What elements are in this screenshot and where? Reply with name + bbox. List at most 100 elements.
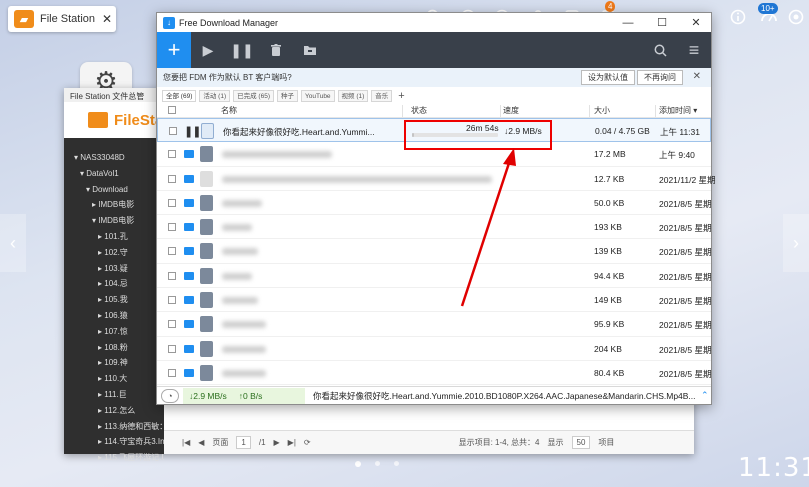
- download-row[interactable]: 95.9 KB 2021/8/5 星期: [157, 312, 711, 337]
- close-icon[interactable]: ✕: [102, 12, 112, 26]
- file-station-taskbar-tab[interactable]: ▰ File Station ... ✕: [8, 6, 116, 32]
- folder-tree-item[interactable]: ▾ IMDB电影: [64, 213, 164, 229]
- next-page-chevron-icon[interactable]: ›: [783, 214, 809, 272]
- page-dot[interactable]: [375, 461, 380, 466]
- apps-icon[interactable]: [785, 6, 807, 28]
- open-folder-icon[interactable]: [184, 344, 194, 353]
- delete-button[interactable]: [259, 32, 293, 68]
- download-row[interactable]: 204 KB 2021/8/5 星期: [157, 337, 711, 361]
- pause-button[interactable]: ❚❚: [225, 32, 259, 68]
- open-folder-icon[interactable]: [184, 271, 194, 280]
- search-button[interactable]: [643, 32, 677, 68]
- prev-page-button[interactable]: ◀: [198, 438, 204, 447]
- row-checkbox[interactable]: [168, 320, 176, 329]
- folder-tree-item[interactable]: ▸ 114.守宝奇兵3.Indian: [64, 434, 164, 450]
- row-checkbox[interactable]: [168, 296, 176, 305]
- folder-tree-item[interactable]: ▸ 107.惊: [64, 324, 164, 340]
- page-input[interactable]: 1: [236, 436, 251, 449]
- folder-tree-item[interactable]: ▾ Download: [64, 182, 164, 198]
- close-button[interactable]: ✕: [681, 16, 711, 29]
- speed-mode-icon[interactable]: ◔: [161, 388, 179, 403]
- row-checkbox[interactable]: [168, 223, 176, 232]
- folder-tree-item[interactable]: ▸ 105.我: [64, 292, 164, 308]
- menu-button[interactable]: ≡: [677, 32, 711, 68]
- folder-tree-item[interactable]: ▸ 109.神: [64, 355, 164, 371]
- open-folder-icon[interactable]: [184, 223, 194, 232]
- folder-tree-item[interactable]: ▸ 108.粉: [64, 340, 164, 356]
- column-added[interactable]: 添加时间 ▾: [659, 105, 697, 116]
- row-checkbox[interactable]: [168, 368, 176, 377]
- filter-tab[interactable]: 已完成 (65): [233, 89, 274, 102]
- download-row[interactable]: 139 KB 2021/8/5 星期: [157, 239, 711, 264]
- open-folder-icon[interactable]: [184, 296, 194, 305]
- select-all-checkbox[interactable]: [168, 106, 176, 114]
- folder-tree-item[interactable]: ▸ 106.猿: [64, 308, 164, 324]
- page-dot[interactable]: [394, 461, 399, 466]
- download-row[interactable]: 94.4 KB 2021/8/5 星期: [157, 264, 711, 289]
- next-page-button[interactable]: ▶: [274, 438, 280, 447]
- window-title: Free Download Manager: [179, 17, 279, 28]
- folder-tree-item[interactable]: ▸ 113.纳德和西敏：一: [64, 419, 164, 435]
- open-folder-icon[interactable]: [184, 198, 194, 207]
- maximize-button[interactable]: ☐: [647, 16, 677, 29]
- row-checkbox[interactable]: [168, 344, 176, 353]
- folder-tree-item[interactable]: ▸ 104.忌: [64, 276, 164, 292]
- folder-tree-item[interactable]: ▸ 111.巨: [64, 387, 164, 403]
- open-folder-icon[interactable]: [184, 150, 194, 159]
- row-checkbox[interactable]: [168, 247, 176, 256]
- folder-tree-item[interactable]: ▾ NAS33048D: [64, 150, 164, 166]
- download-row[interactable]: 50.0 KB 2021/8/5 星期: [157, 191, 711, 216]
- first-page-button[interactable]: |◀: [182, 438, 190, 447]
- last-page-button[interactable]: ▶|: [288, 438, 296, 447]
- filter-tab[interactable]: 视频 (1): [337, 89, 369, 102]
- folder-tree-item[interactable]: ▾ DataVol1: [64, 166, 164, 182]
- per-page-select[interactable]: 50: [571, 436, 591, 449]
- pause-icon[interactable]: ❚❚: [184, 125, 201, 138]
- open-folder-icon[interactable]: [184, 320, 194, 329]
- column-status[interactable]: 状态: [411, 105, 427, 116]
- row-checkbox[interactable]: [168, 150, 176, 159]
- refresh-icon[interactable]: ⟳: [304, 438, 311, 447]
- open-folder-icon[interactable]: [184, 247, 194, 256]
- dont-ask-button[interactable]: 不再询问: [637, 70, 683, 85]
- folder-tree-item[interactable]: ▸ 115.飞屋环游记.Up.20: [64, 450, 164, 466]
- row-checkbox[interactable]: [168, 174, 176, 183]
- folder-tree-item[interactable]: ▸ IMDB电影: [64, 197, 164, 213]
- folder-tree-item[interactable]: ▸ 103.疑: [64, 261, 164, 277]
- folder-tree-item[interactable]: ▸ 102.守: [64, 245, 164, 261]
- move-button[interactable]: [293, 32, 327, 68]
- column-speed[interactable]: 速度: [503, 105, 519, 116]
- download-row[interactable]: 12.7 KB 2021/11/2 星期: [157, 167, 716, 191]
- download-row-active[interactable]: ❚❚ 你看起来好像很好吃.Heart.and.Yummi... 26m 54s …: [157, 118, 711, 143]
- close-icon[interactable]: ✕: [693, 71, 701, 82]
- download-row[interactable]: 80.4 KB 2021/8/5 星期: [157, 361, 711, 386]
- row-checkbox[interactable]: [168, 198, 176, 207]
- page-dot[interactable]: [355, 461, 361, 467]
- folder-tree-item[interactable]: ▸ 101.孔: [64, 229, 164, 245]
- folder-tree-item[interactable]: ▸ 110.大: [64, 371, 164, 387]
- filter-tab[interactable]: 音乐: [371, 89, 393, 102]
- column-size[interactable]: 大小: [594, 105, 610, 116]
- download-row[interactable]: 149 KB 2021/8/5 星期: [157, 288, 711, 313]
- filter-tab[interactable]: 全部 (69): [162, 89, 197, 102]
- add-download-button[interactable]: +: [157, 32, 191, 68]
- open-folder-icon[interactable]: [184, 174, 194, 183]
- filter-tab[interactable]: 活动 (1): [199, 89, 231, 102]
- open-folder-icon[interactable]: [184, 368, 194, 377]
- set-default-button[interactable]: 设为默认值: [581, 70, 635, 85]
- desktop-page-dots[interactable]: [355, 461, 399, 467]
- resume-button[interactable]: ▶: [191, 32, 225, 68]
- minimize-button[interactable]: —: [613, 17, 643, 29]
- folder-tree-item[interactable]: ▸ 112.怎么: [64, 403, 164, 419]
- filter-tab[interactable]: 种子: [277, 89, 298, 102]
- row-checkbox[interactable]: [169, 127, 177, 135]
- filter-tab[interactable]: YouTube: [301, 89, 335, 102]
- download-row[interactable]: 17.2 MB 上午 9:40: [157, 142, 711, 167]
- row-checkbox[interactable]: [168, 271, 176, 280]
- previous-page-chevron-icon[interactable]: ‹: [0, 214, 26, 272]
- add-filter-button[interactable]: +: [395, 90, 407, 102]
- info-icon[interactable]: [727, 6, 749, 28]
- download-row[interactable]: 193 KB 2021/8/5 星期: [157, 215, 711, 240]
- chevron-up-icon[interactable]: ⌃: [701, 390, 709, 401]
- column-name[interactable]: 名称: [221, 105, 237, 116]
